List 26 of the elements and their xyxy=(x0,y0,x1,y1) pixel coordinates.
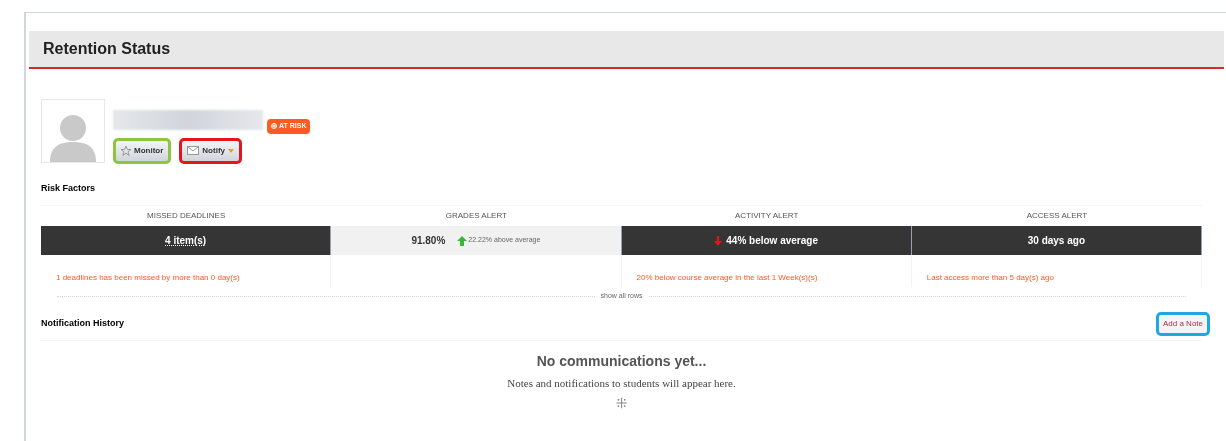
column-heading: MISSED DEADLINES xyxy=(146,210,227,222)
up-arrow-icon xyxy=(457,235,468,246)
risk-value-cell: 4 item(s) xyxy=(41,226,332,255)
risk-detail: Last access more than 5 day(s) ago xyxy=(926,273,1054,282)
section-title: Risk Factors xyxy=(41,181,96,195)
empty-title: No communications yet... xyxy=(536,351,707,371)
add-note-button[interactable]: Add a Note xyxy=(1155,311,1210,336)
mail-icon xyxy=(187,146,200,155)
risk-detail: 1 deadlines has been missed by more than 0 day(s) xyxy=(56,273,240,282)
monitor-button[interactable]: Monitor xyxy=(113,137,172,164)
column-heading: GRADES ALERT xyxy=(444,210,508,222)
empty-text: Notes and notifications to students will appear here. xyxy=(507,375,736,391)
column-heading: ACTIVITY ALERT xyxy=(734,210,800,222)
page-title: Retention Status xyxy=(43,39,171,59)
star-icon xyxy=(121,145,131,156)
risk-value-cell: 30 days ago xyxy=(911,226,1202,255)
notify-button[interactable]: Notify xyxy=(179,137,242,164)
alert-icon xyxy=(271,123,277,130)
ornament-icon: ⁜ xyxy=(616,393,627,414)
column-heading: ACCESS ALERT xyxy=(1025,210,1089,222)
risk-detail: 20% below course average in the last 1 Week(s)(s) xyxy=(636,273,818,282)
down-arrow-icon xyxy=(714,235,723,246)
caret-icon xyxy=(228,148,234,153)
avatar xyxy=(41,99,105,163)
section-title: Notification History xyxy=(41,316,124,330)
risk-value-cell: 44% below average xyxy=(621,226,912,255)
